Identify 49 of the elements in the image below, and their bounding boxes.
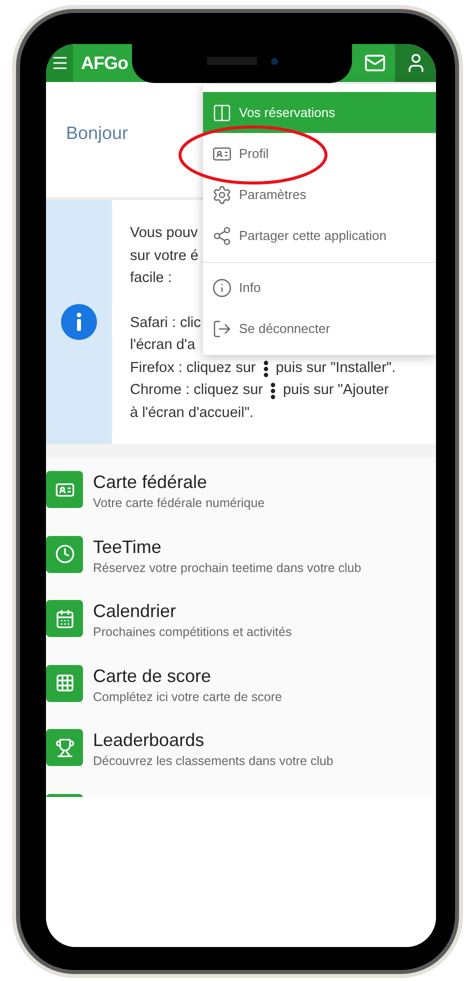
- share-icon: [212, 226, 232, 246]
- info-icon: [212, 278, 232, 298]
- notice-text: puis sur "Installer".: [276, 358, 396, 378]
- feature-subtitle: Votre carte fédérale numérique: [93, 495, 265, 512]
- menu-button[interactable]: [46, 44, 73, 82]
- notice-text: Safari : clic: [130, 314, 201, 333]
- clock-icon: [54, 544, 74, 564]
- greeting-text: Bonjour: [66, 123, 128, 143]
- feature-icon-tile[interactable]: [46, 536, 83, 572]
- calendar-icon: [54, 608, 74, 628]
- notice-text: l'écran d'a: [130, 336, 196, 356]
- feature-icon-tile[interactable]: [46, 729, 83, 766]
- notice-text: facile :: [130, 269, 172, 288]
- feature-icon-tile[interactable]: [46, 471, 83, 508]
- feature-subtitle: Prochaines compétitions et activités: [93, 624, 292, 641]
- trophy-icon: [54, 738, 74, 758]
- menu-item[interactable]: Profil: [203, 133, 436, 174]
- menu-item[interactable]: Se déconnecter: [203, 308, 436, 349]
- menu-item[interactable]: Paramètres: [203, 174, 436, 215]
- feature-subtitle: Réservez votre prochain teetime dans votre club: [93, 560, 362, 577]
- feature-title[interactable]: Carte fédérale: [93, 471, 265, 493]
- menu-item[interactable]: Partager cette application: [203, 215, 436, 256]
- feature-subtitle: Complétez ici votre carte de score: [93, 688, 282, 706]
- feature-title[interactable]: Leaderboards: [93, 729, 334, 751]
- user-button[interactable]: [395, 44, 436, 82]
- notice-text: Firefox : cliquez sur: [130, 358, 256, 378]
- feature-icon-tile[interactable]: [46, 664, 83, 702]
- vertical-dots-icon: [270, 382, 276, 400]
- notice-text: à l'écran d'accueil".: [130, 404, 254, 423]
- speaker-grille: [206, 57, 256, 65]
- vertical-dots-icon: [262, 360, 269, 378]
- mail-icon: [364, 52, 386, 74]
- grid-icon: [54, 673, 74, 693]
- feature-subtitle: Découvrez les classements dans votre club: [93, 753, 334, 770]
- notice-text: Vous pouv: [130, 224, 198, 244]
- settings-icon: [212, 184, 232, 204]
- notice-text: sur votre é: [130, 246, 198, 266]
- menu-icon: [50, 54, 68, 72]
- feature-title[interactable]: TeeTime: [93, 536, 362, 558]
- feature-title[interactable]: Carte de score: [93, 664, 282, 686]
- logout-icon: [212, 318, 232, 338]
- feature-title[interactable]: Calendrier: [93, 600, 292, 622]
- notice-text: Chrome : cliquez sur: [130, 381, 263, 400]
- app-title: AFGo: [81, 52, 128, 74]
- feature-icon-tile[interactable]: [46, 600, 83, 637]
- info-icon: [61, 304, 97, 340]
- menu-item[interactable]: Info: [203, 267, 436, 308]
- menu-item[interactable]: Vos réservations: [203, 92, 436, 133]
- notice-text: puis sur "Ajouter: [282, 381, 389, 400]
